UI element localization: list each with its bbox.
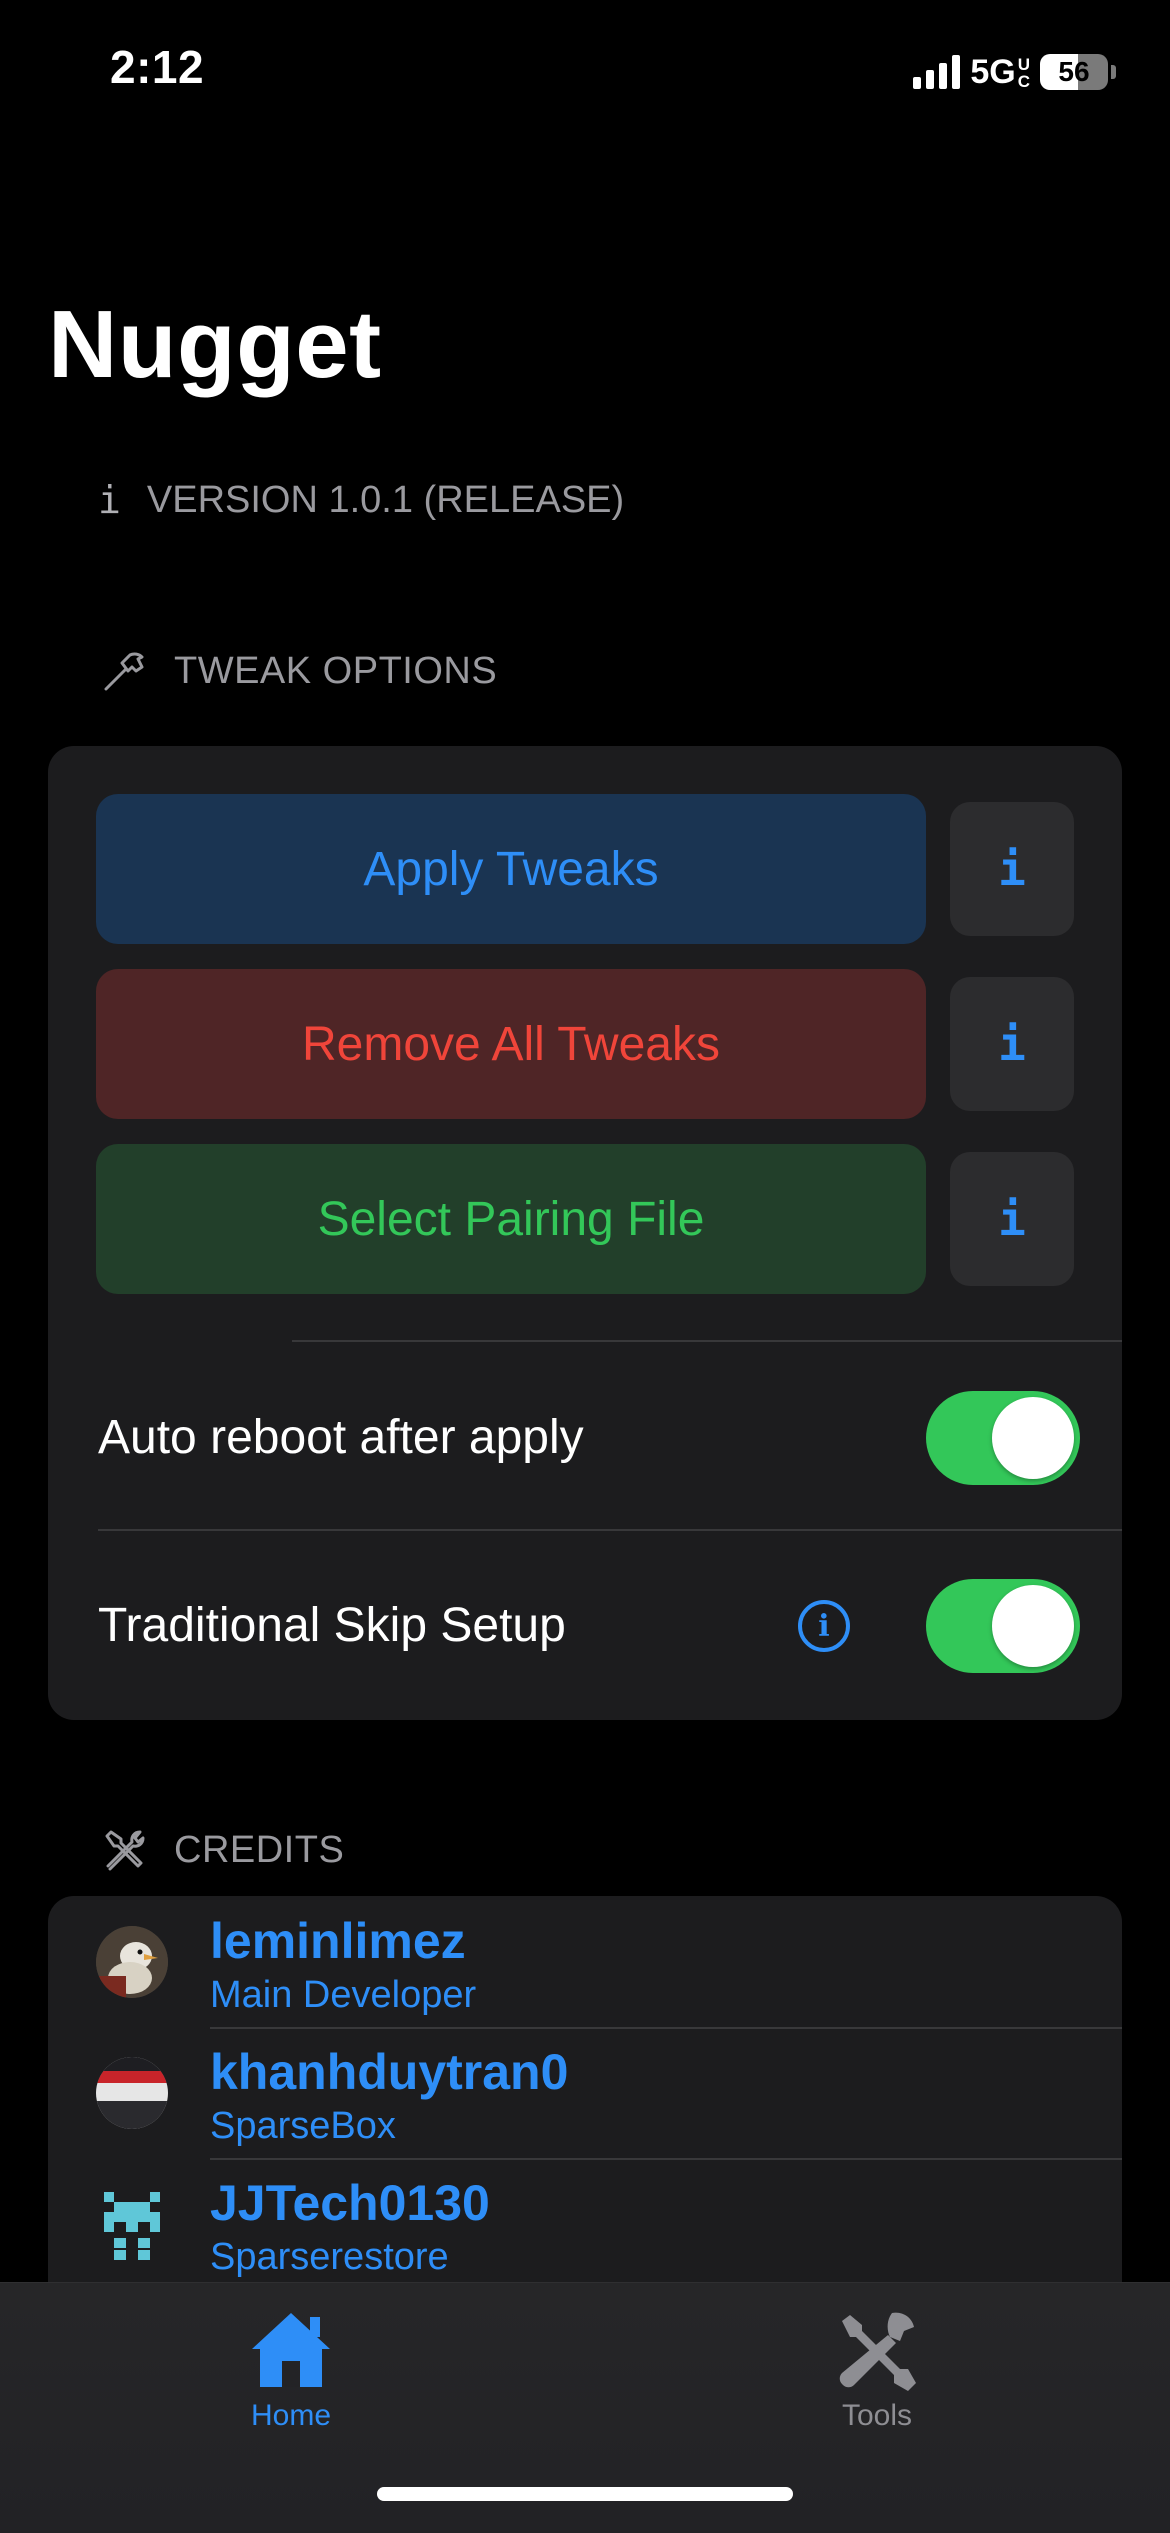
tab-home[interactable]: Home [161, 2307, 421, 2433]
tab-label: Tools [841, 2399, 913, 2432]
credit-role: SparseBox [210, 2105, 396, 2147]
tab-tools[interactable]: Tools [747, 2307, 1007, 2433]
credit-name[interactable]: leminlimez [210, 1912, 466, 1970]
tab-label: Home [250, 2399, 332, 2432]
select-pairing-file-button[interactable]: Select Pairing File [96, 1144, 926, 1294]
pairing-file-info-button[interactable]: i [950, 1152, 1074, 1286]
battery-level: 56 [1040, 54, 1108, 90]
info-icon: i [98, 478, 121, 522]
credit-role: Main Developer [210, 1974, 477, 2016]
wrench-screwdriver-icon [839, 2312, 916, 2391]
divider [210, 2027, 1122, 2029]
skip-setup-info-icon[interactable]: i [798, 1600, 850, 1652]
credit-name[interactable]: JJTech0130 [210, 2174, 490, 2232]
auto-reboot-label: Auto reboot after apply [98, 1411, 584, 1464]
auto-reboot-toggle[interactable] [926, 1391, 1080, 1485]
status-time: 2:12 [110, 41, 205, 93]
tweak-options-header: TWEAK OPTIONS [98, 645, 497, 697]
remove-tweaks-info-button[interactable]: i [950, 977, 1074, 1111]
divider [292, 1340, 1122, 1342]
remove-all-tweaks-button[interactable]: Remove All Tweaks [96, 969, 926, 1119]
cellular-signal-icon [913, 55, 961, 89]
traditional-skip-setup-label: Traditional Skip Setup [98, 1599, 566, 1652]
credit-role: Sparserestore [210, 2236, 449, 2278]
avatar [96, 2188, 168, 2260]
avatar [96, 1926, 168, 1998]
credits-header: CREDITS [98, 1824, 344, 1876]
traditional-skip-setup-toggle[interactable] [926, 1579, 1080, 1673]
network-type: 5G UC [970, 52, 1030, 91]
tools-icon [105, 1830, 145, 1871]
credit-name[interactable]: khanhduytran0 [210, 2043, 568, 2101]
apply-tweaks-button[interactable]: Apply Tweaks [96, 794, 926, 944]
battery-icon: 56 [1040, 54, 1116, 90]
status-indicators: 5G UC 56 [913, 50, 1116, 94]
avatar [96, 2057, 168, 2129]
version-label: VERSION 1.0.1 (RELEASE) [146, 478, 625, 521]
page-title: Nugget [48, 291, 382, 398]
house-icon [252, 2313, 330, 2387]
apply-tweaks-info-button[interactable]: i [950, 802, 1074, 936]
section-title: CREDITS [174, 1828, 345, 1871]
home-indicator[interactable] [377, 2487, 793, 2501]
section-title: TWEAK OPTIONS [174, 649, 498, 692]
divider [210, 2158, 1122, 2160]
version-row: i VERSION 1.0.1 (RELEASE) [98, 478, 624, 522]
hammer-icon [104, 652, 144, 691]
divider [98, 1529, 1122, 1531]
